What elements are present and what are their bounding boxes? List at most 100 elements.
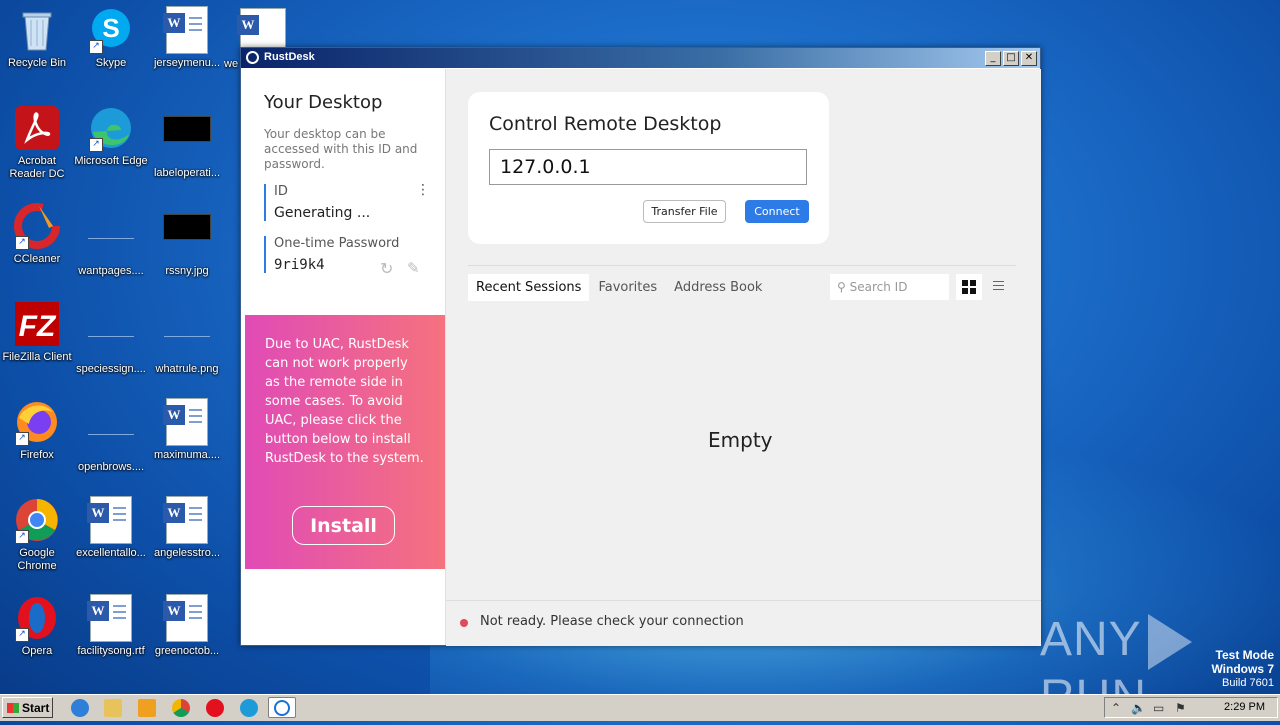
shortcut-arrow-icon: ↗ [15,628,29,642]
desktop-icon-label: CCleaner [13,253,61,265]
uac-message: Due to UAC, RustDesk can not work proper… [265,337,424,466]
word-document-icon: W [87,594,132,642]
id-value[interactable]: Generating ... [274,205,370,221]
tab-address-book[interactable]: Address Book [666,274,770,301]
tray-expand-icon[interactable]: ⌃ [1111,701,1121,715]
desktop-icon-label: FileZilla Client [2,351,72,363]
desktop-icon-label: jerseymenu... [153,57,221,69]
desktop-icon-excellentallo[interactable]: W excellentallo... [74,496,148,560]
grid-view-icon[interactable] [956,274,982,300]
main-panel: Control Remote Desktop 127.0.0.1 Transfe… [445,69,1041,646]
desktop-icon-jerseymenu[interactable]: W jerseymenu... [150,6,224,70]
recycle-bin-icon [13,6,61,54]
desktop-icon-label: whatrule.png [155,363,219,375]
image-thumbnail-icon [87,410,135,458]
system-tray: ⌃ 🔈 ▭ ⚑ 2:29 PM [1104,697,1278,718]
transfer-file-button[interactable]: Transfer File [643,200,726,223]
desktop-icon-label: Google Chrome [17,547,57,572]
desktop-icon-maximuma[interactable]: W maximuma.... [150,398,224,462]
desktop-icon-recycle-bin[interactable]: Recycle Bin [0,6,74,70]
desktop-icon-firefox[interactable]: ↗ Firefox [0,398,74,462]
search-id-input[interactable]: ⚲ Search ID [830,274,949,300]
word-document-icon: W [163,594,208,642]
action-center-flag-icon[interactable]: ⚑ [1175,701,1186,715]
id-label: ID [274,184,288,199]
desktop-icon-speciessign[interactable]: speciessign.... [74,300,148,376]
refresh-password-icon[interactable]: ↻ [380,259,393,278]
shortcut-arrow-icon: ↗ [15,530,29,544]
id-field: ID Generating ... [264,184,370,221]
desktop-icon-label: Acrobat Reader DC [9,155,65,180]
desktop-icon-skype[interactable]: S ↗ Skype [74,6,148,70]
desktop-icon-label: facilitysong.rtf [77,645,145,657]
otp-label: One-time Password [274,236,400,251]
chrome-icon: ↗ [13,496,61,544]
control-remote-card: Control Remote Desktop 127.0.0.1 Transfe… [468,92,829,244]
desktop-icon-edge[interactable]: ↗ Microsoft Edge [74,104,148,168]
svg-text:S: S [102,13,119,43]
explorer-taskbar-icon[interactable] [104,699,122,717]
network-icon[interactable]: ▭ [1153,701,1164,715]
test-mode-line3: Build 7601 [1222,677,1274,689]
close-button[interactable]: ✕ [1021,51,1037,66]
tab-recent-sessions[interactable]: Recent Sessions [468,274,590,301]
clock[interactable]: 2:29 PM [1224,701,1265,713]
media-player-taskbar-icon[interactable] [138,699,156,717]
window-title: RustDesk [264,51,315,63]
opera-taskbar-icon[interactable] [206,699,224,717]
desktop-icon-openbrows[interactable]: openbrows.... [74,398,148,474]
maximize-button[interactable]: □ [1003,51,1019,66]
desktop-icon-opera[interactable]: ↗ Opera [0,594,74,658]
desktop-icon-greenoctob[interactable]: W greenoctob... [150,594,224,658]
window-client: Your Desktop Your desktop can be accesse… [241,69,1041,646]
windows-flag-icon [7,703,19,713]
desktop-icon-facilitysong[interactable]: W facilitysong.rtf [74,594,148,658]
desktop-icon-label: greenoctob... [154,645,220,657]
desktop-icon-whatrule[interactable]: whatrule.png [150,300,224,376]
desktop-icon-chrome[interactable]: ↗ Google Chrome [0,496,74,573]
tab-favorites[interactable]: Favorites [590,274,665,301]
remote-id-input[interactable]: 127.0.0.1 [489,149,807,185]
image-thumbnail-icon [87,214,135,262]
volume-icon[interactable]: 🔈 [1131,701,1146,715]
rustdesk-logo-icon [246,51,259,64]
install-button[interactable]: Install [292,506,395,545]
word-document-icon: W [237,8,286,48]
desktop-icon-angelesstro[interactable]: W angelesstro... [150,496,224,560]
shortcut-arrow-icon: ↗ [89,40,103,54]
desktop-icon-label: wantpages.... [78,265,144,277]
ccleaner-icon: ↗ [13,202,61,250]
window-controls: _ □ ✕ [985,51,1037,66]
taskbar: Start ⌃ 🔈 ▭ ⚑ 2:29 PM [0,694,1280,721]
desktop-icon-label: Microsoft Edge [74,155,148,167]
status-bar: Not ready. Please check your connection [446,600,1041,646]
edit-password-icon[interactable]: ✎ [407,259,420,277]
image-thumbnail-icon [163,312,211,360]
chrome-taskbar-icon[interactable] [172,699,190,717]
id-menu-icon[interactable]: ⋮ [416,182,430,198]
ie-taskbar-icon[interactable] [71,699,89,717]
desktop-icon-ccleaner[interactable]: ↗ CCleaner [0,202,74,266]
uac-warning-panel: Due to UAC, RustDesk can not work proper… [245,315,445,569]
edge-taskbar-icon[interactable] [240,699,258,717]
firefox-icon: ↗ [13,398,61,446]
window-titlebar[interactable]: RustDesk _ □ ✕ [241,48,1040,68]
connect-button[interactable]: Connect [745,200,809,223]
word-document-icon: W [87,496,132,544]
desktop-icon-label: excellentallo... [76,547,146,559]
test-mode-notice: Test Mode Windows 7 Build 7601 [1211,648,1274,690]
status-text: Not ready. Please check your connection [480,614,744,629]
start-button[interactable]: Start [2,697,53,718]
list-view-icon[interactable] [989,277,1009,297]
desktop-icon-acrobat[interactable]: Acrobat Reader DC [0,104,74,181]
desktop-icon-rssny[interactable]: rssny.jpg [150,202,224,278]
desktop-icon-label: Firefox [20,449,54,461]
desktop-icon-labeloperati[interactable]: labeloperati... [150,104,224,180]
rustdesk-taskbar-button[interactable] [268,697,296,718]
rustdesk-taskbar-icon [274,700,290,716]
skype-icon: S ↗ [87,6,135,54]
desktop-icon-filezilla[interactable]: FZ FileZilla Client [0,300,74,364]
desktop-icon-wantpages[interactable]: wantpages.... [74,202,148,278]
desktop-icon-label: Recycle Bin [7,57,67,69]
minimize-button[interactable]: _ [985,51,1001,66]
